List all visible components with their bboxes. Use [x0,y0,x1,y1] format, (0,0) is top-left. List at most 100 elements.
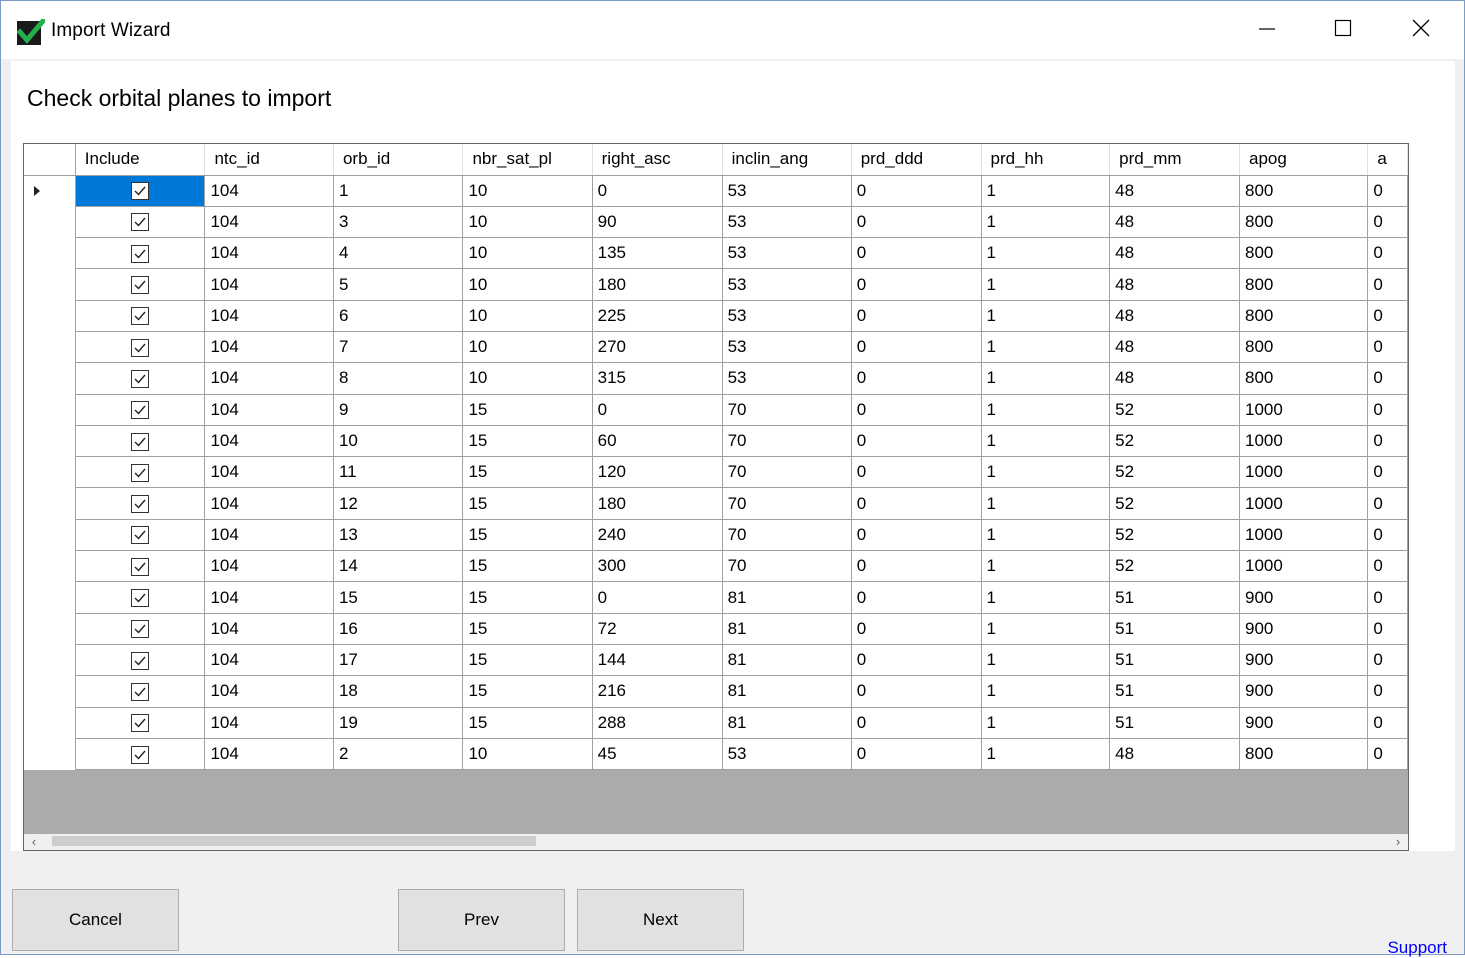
table-row[interactable]: 104 8 10 315 53 0 1 48 800 0 [24,362,1408,395]
support-link[interactable]: Support [1387,938,1447,958]
include-checkbox[interactable] [131,745,150,764]
cell-a[interactable]: 0 [1367,643,1408,677]
table-row[interactable]: 104 12 15 180 70 0 1 52 1000 0 [24,487,1408,520]
cell-apog[interactable]: 1000 [1238,518,1369,552]
cell-ntc-id[interactable]: 104 [204,643,334,677]
column-header-ntc-id[interactable]: ntc_id [204,144,334,176]
cell-nbr-sat-pl[interactable]: 15 [462,612,593,645]
cell-apog[interactable]: 1000 [1238,424,1369,458]
cell-orb-id[interactable]: 15 [332,581,464,614]
cell-prd-mm[interactable]: 52 [1109,456,1240,489]
table-row[interactable]: 104 16 15 72 81 0 1 51 900 0 [24,612,1408,645]
cell-orb-id[interactable]: 8 [332,362,464,395]
cell-right-asc[interactable]: 60 [591,424,723,458]
row-header-cell[interactable] [24,362,76,395]
cell-ntc-id[interactable]: 104 [204,675,334,708]
cell-orb-id[interactable]: 19 [332,706,464,739]
cell-ntc-id[interactable]: 104 [204,706,334,739]
row-header-cell[interactable] [24,487,76,520]
cell-prd-ddd[interactable]: 0 [850,550,982,583]
cell-prd-mm[interactable]: 52 [1109,550,1240,583]
cell-right-asc[interactable]: 180 [591,487,723,520]
cell-prd-hh[interactable]: 1 [980,174,1111,207]
table-row[interactable]: 104 7 10 270 53 0 1 48 800 0 [24,330,1408,364]
cell-prd-mm[interactable]: 48 [1109,237,1240,270]
cell-right-asc[interactable]: 315 [591,362,723,395]
column-header-prd-mm[interactable]: prd_mm [1109,144,1240,176]
cell-prd-ddd[interactable]: 0 [850,362,982,395]
cell-inclin-ang[interactable]: 53 [721,237,852,270]
include-checkbox[interactable] [131,213,150,232]
cell-inclin-ang[interactable]: 70 [721,424,852,458]
cell-nbr-sat-pl[interactable]: 15 [462,487,593,520]
cell-ntc-id[interactable]: 104 [204,612,334,645]
include-checkbox[interactable] [131,526,150,545]
include-checkbox[interactable] [131,182,150,201]
cell-prd-hh[interactable]: 1 [980,643,1111,677]
cell-apog[interactable]: 800 [1238,737,1369,771]
cell-orb-id[interactable]: 2 [332,737,464,771]
cell-nbr-sat-pl[interactable]: 15 [462,675,593,708]
cell-ntc-id[interactable]: 104 [204,299,334,332]
cell-prd-mm[interactable]: 52 [1109,518,1240,552]
include-checkbox[interactable] [131,682,150,701]
cell-a[interactable]: 0 [1367,330,1408,364]
include-checkbox[interactable] [131,589,150,608]
row-header-cell[interactable] [24,519,76,551]
cell-prd-mm[interactable]: 51 [1109,612,1240,645]
cell-nbr-sat-pl[interactable]: 10 [462,299,593,332]
minimize-button[interactable] [1229,1,1305,59]
cell-orb-id[interactable]: 5 [332,268,464,301]
cell-prd-ddd[interactable]: 0 [850,174,982,207]
cell-prd-mm[interactable]: 51 [1109,581,1240,614]
table-row[interactable]: 104 15 15 0 81 0 1 51 900 0 [24,581,1408,614]
cell-prd-hh[interactable]: 1 [980,330,1111,364]
row-header-cell[interactable] [24,237,76,269]
cell-prd-ddd[interactable]: 0 [850,518,982,552]
cell-right-asc[interactable]: 135 [591,237,723,270]
horizontal-scrollbar[interactable]: ‹ › [24,834,1408,850]
cell-inclin-ang[interactable]: 81 [721,675,852,708]
table-row[interactable]: 104 18 15 216 81 0 1 51 900 0 [24,675,1408,708]
cell-apog[interactable]: 900 [1238,581,1369,614]
include-checkbox[interactable] [131,463,150,482]
cell-inclin-ang[interactable]: 53 [721,205,852,239]
cell-prd-mm[interactable]: 51 [1109,675,1240,708]
cell-nbr-sat-pl[interactable]: 10 [462,362,593,395]
cell-apog[interactable]: 800 [1238,299,1369,332]
cell-ntc-id[interactable]: 104 [204,330,334,364]
include-checkbox[interactable] [131,338,150,357]
cell-inclin-ang[interactable]: 81 [721,612,852,645]
row-header-cell[interactable] [24,268,76,301]
row-header-cell[interactable] [24,675,76,708]
cell-ntc-id[interactable]: 104 [204,174,334,207]
include-checkbox[interactable] [131,495,150,514]
cell-orb-id[interactable]: 10 [332,424,464,458]
cell-prd-ddd[interactable]: 0 [850,393,982,426]
cell-apog[interactable]: 900 [1238,643,1369,677]
table-row[interactable]: 104 9 15 0 70 0 1 52 1000 0 [24,393,1408,426]
cell-prd-hh[interactable]: 1 [980,268,1111,301]
row-header-cell[interactable] [24,707,76,739]
cell-ntc-id[interactable]: 104 [204,362,334,395]
table-row[interactable]: 104 13 15 240 70 0 1 52 1000 0 [24,518,1408,552]
include-checkbox[interactable] [131,620,150,639]
cell-apog[interactable]: 1000 [1238,550,1369,583]
cell-a[interactable]: 0 [1367,393,1408,426]
column-header-prd-hh[interactable]: prd_hh [981,144,1111,176]
cell-inclin-ang[interactable]: 70 [721,550,852,583]
cell-prd-mm[interactable]: 51 [1109,706,1240,739]
cell-prd-mm[interactable]: 52 [1109,424,1240,458]
cell-prd-mm[interactable]: 51 [1109,643,1240,677]
row-header-cell[interactable] [24,425,76,457]
cell-inclin-ang[interactable]: 53 [721,268,852,301]
cell-prd-ddd[interactable]: 0 [850,237,982,270]
cell-nbr-sat-pl[interactable]: 10 [462,737,593,771]
cell-ntc-id[interactable]: 104 [204,393,334,426]
cell-prd-hh[interactable]: 1 [980,612,1111,645]
cell-nbr-sat-pl[interactable]: 15 [462,706,593,739]
table-row[interactable]: 104 5 10 180 53 0 1 48 800 0 [24,268,1408,301]
cell-inclin-ang[interactable]: 53 [721,737,852,771]
cell-a[interactable]: 0 [1367,706,1408,739]
cell-inclin-ang[interactable]: 53 [721,174,852,207]
